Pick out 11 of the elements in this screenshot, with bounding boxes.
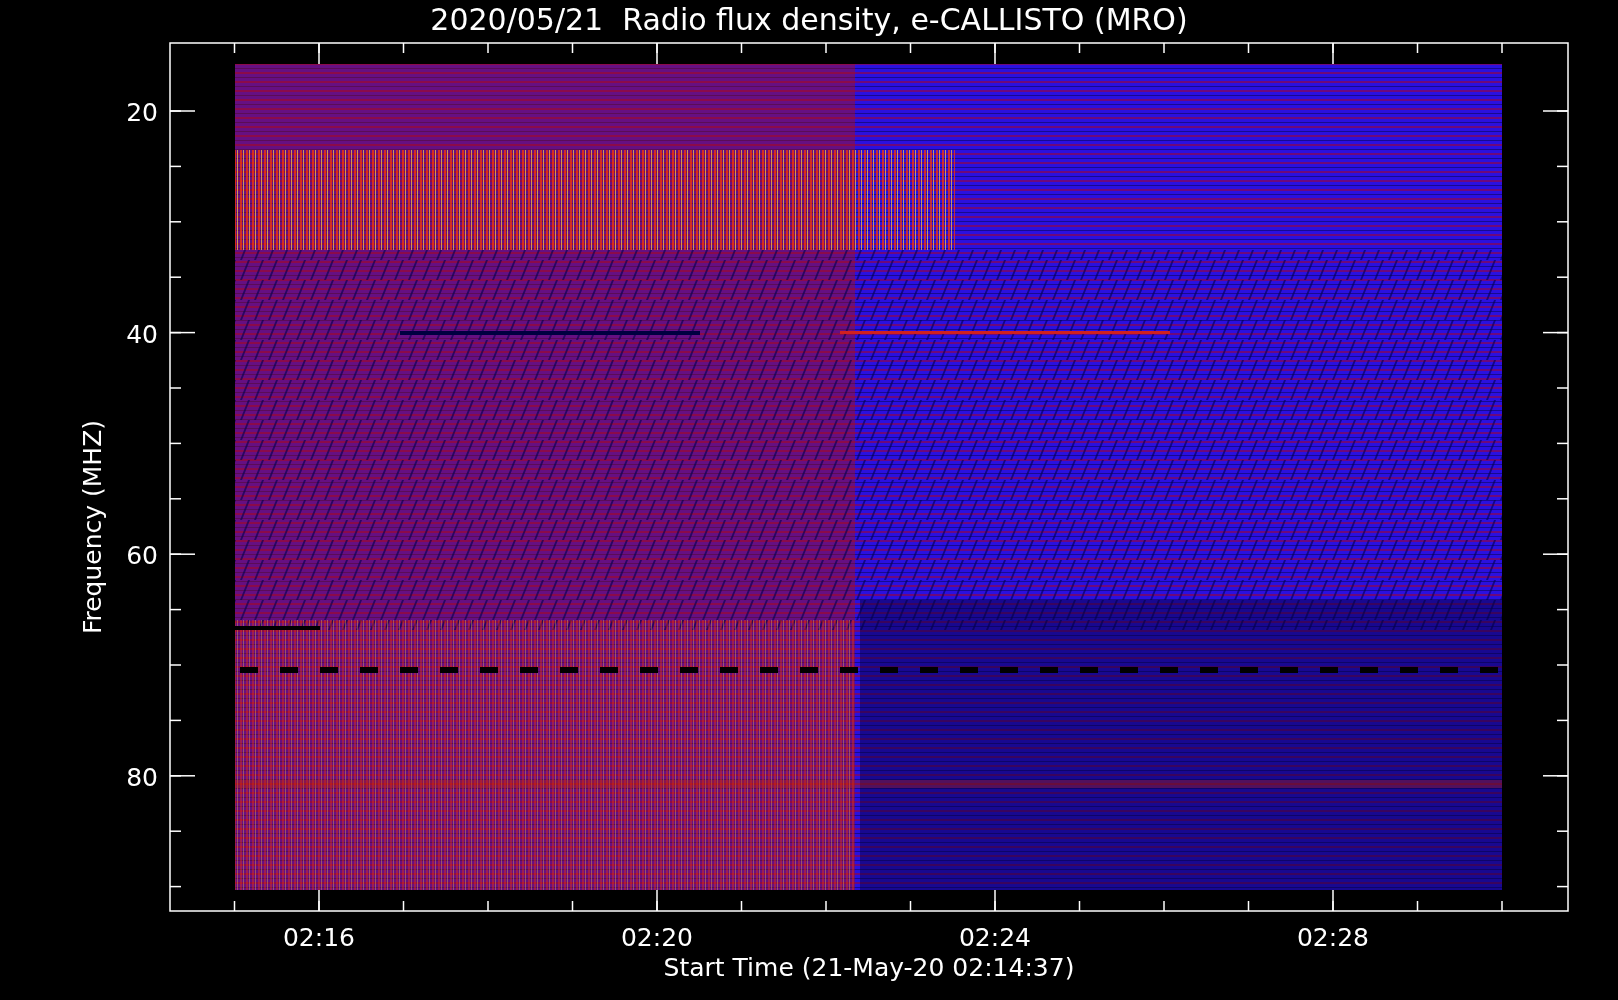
y-tick-label: 60: [126, 541, 158, 571]
x-tick-label: 02:16: [283, 923, 355, 952]
x-tick-label: 02:28: [1297, 923, 1369, 952]
y-tick-label: 80: [126, 762, 158, 792]
x-axis-label: Start Time (21-May-20 02:14:37): [663, 953, 1075, 982]
y-tick-label: 20: [126, 98, 158, 127]
x-tick-label: 02:24: [959, 923, 1031, 952]
plot-title: 2020/05/21 Radio flux density, e-CALLISTO (MRO): [430, 2, 1188, 37]
x-tick-label: 02:20: [621, 923, 693, 952]
y-tick-label: 40: [126, 319, 158, 349]
y-axis-label: Frequency (MHZ): [78, 419, 107, 635]
